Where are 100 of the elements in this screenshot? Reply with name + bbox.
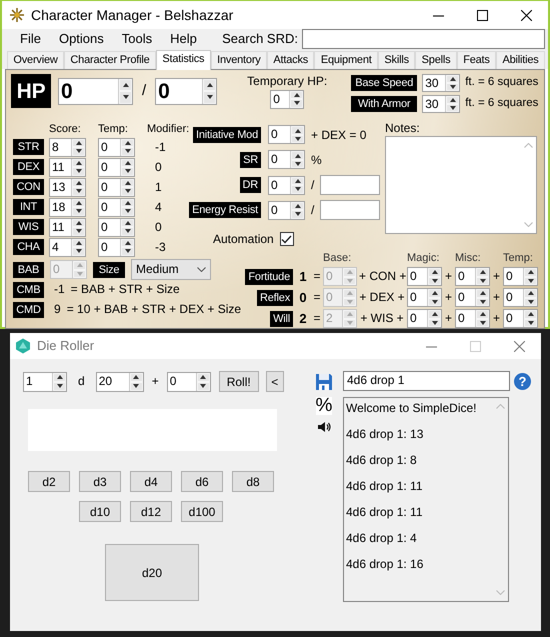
number-spinner[interactable]: 0	[407, 309, 442, 328]
checkbox[interactable]	[280, 232, 294, 246]
number-spinner[interactable]: 0	[407, 288, 442, 308]
die-button[interactable]: d100	[181, 501, 223, 522]
tab[interactable]: Abilities	[496, 51, 545, 70]
spin-arrows-icon[interactable]	[196, 372, 210, 390]
number-spinner[interactable]: 11	[49, 158, 86, 177]
spin-arrows-icon[interactable]	[523, 289, 537, 306]
spin-arrows-icon[interactable]	[120, 198, 134, 216]
spin-arrows-icon[interactable]	[523, 268, 537, 286]
spin-arrows-icon[interactable]	[118, 78, 132, 104]
number-spinner[interactable]: 20	[96, 372, 144, 392]
spin-arrows-icon[interactable]	[475, 268, 489, 286]
die-button[interactable]: d20	[105, 544, 199, 601]
number-spinner[interactable]: 0	[270, 90, 304, 109]
tab[interactable]: Spells	[415, 51, 457, 70]
number-spinner[interactable]: 0	[268, 176, 305, 195]
number-spinner[interactable]: 0	[166, 372, 211, 392]
spin-arrows-icon[interactable]	[202, 78, 216, 104]
die-button[interactable]: d10	[79, 501, 121, 522]
tab[interactable]: Overview	[7, 51, 64, 70]
number-spinner[interactable]: 0	[455, 288, 490, 308]
die-button[interactable]: d6	[181, 471, 223, 492]
tab[interactable]: Inventory	[210, 51, 267, 70]
spin-arrows-icon[interactable]	[290, 176, 304, 194]
number-spinner[interactable]: 8	[49, 138, 86, 157]
spin-arrows-icon[interactable]	[120, 238, 134, 256]
text-field[interactable]	[320, 175, 380, 196]
spin-arrows-icon[interactable]	[71, 178, 85, 196]
spin-arrows-icon[interactable]	[289, 90, 304, 108]
menu-item[interactable]: Options	[50, 31, 113, 47]
number-spinner[interactable]: 0	[98, 178, 135, 197]
number-spinner[interactable]: 0	[407, 267, 442, 286]
spin-arrows-icon[interactable]	[120, 138, 134, 156]
tab[interactable]: Skills	[378, 51, 416, 70]
spin-arrows-icon[interactable]	[475, 289, 489, 306]
number-spinner[interactable]: 0	[268, 200, 305, 220]
die-button[interactable]: d3	[79, 471, 121, 492]
spin-arrows-icon[interactable]	[120, 218, 134, 236]
number-spinner[interactable]: 0	[98, 218, 135, 237]
spin-arrows-icon[interactable]	[71, 238, 85, 256]
number-spinner[interactable]: 11	[49, 218, 86, 237]
spin-arrows-icon[interactable]	[71, 158, 85, 176]
spin-arrows-icon[interactable]	[290, 126, 304, 144]
tab[interactable]: Equipment	[314, 51, 378, 70]
percent-button[interactable]: %	[316, 397, 332, 415]
spin-arrows-icon[interactable]	[128, 372, 143, 390]
die-button[interactable]: d8	[232, 471, 274, 492]
spin-arrows-icon[interactable]	[290, 202, 304, 219]
menu-item[interactable]: File	[11, 31, 50, 47]
spin-arrows-icon[interactable]	[71, 138, 85, 156]
tab[interactable]: Attacks	[266, 51, 314, 70]
close-icon[interactable]	[520, 10, 532, 20]
number-spinner[interactable]: 30	[422, 95, 460, 114]
menu-item[interactable]: Help	[161, 31, 206, 47]
spin-arrows-icon[interactable]	[475, 310, 489, 328]
spin-arrows-icon[interactable]	[445, 96, 460, 112]
number-spinner[interactable]: 0	[268, 125, 305, 144]
search-field[interactable]	[302, 29, 545, 49]
number-spinner[interactable]: 0	[98, 238, 135, 257]
menu-item[interactable]: Tools	[112, 31, 162, 47]
number-spinner[interactable]: 0	[98, 198, 135, 217]
maximize-icon[interactable]	[476, 10, 488, 20]
number-spinner[interactable]: 0	[58, 78, 133, 105]
preset-field[interactable]: 4d6 drop 1	[343, 371, 510, 391]
save-icon[interactable]	[315, 373, 333, 391]
spin-arrows-icon[interactable]	[427, 289, 441, 306]
text-field[interactable]	[320, 200, 380, 220]
spin-arrows-icon[interactable]	[120, 158, 134, 176]
tab[interactable]: Statistics	[156, 50, 211, 70]
speaker-icon[interactable]	[317, 421, 331, 433]
number-spinner[interactable]: 0	[503, 309, 538, 328]
size-dropdown[interactable]: Medium	[131, 259, 211, 280]
spin-arrows-icon[interactable]	[445, 75, 460, 92]
number-spinner[interactable]: 0	[98, 158, 135, 177]
spin-arrows-icon[interactable]	[290, 151, 304, 168]
number-spinner[interactable]: 13	[49, 178, 86, 197]
number-spinner[interactable]: 30	[422, 74, 460, 92]
spin-arrows-icon[interactable]	[427, 310, 441, 328]
number-spinner[interactable]: 4	[49, 238, 86, 257]
help-button[interactable]: ?	[514, 372, 531, 390]
tab[interactable]: Feats	[456, 51, 496, 70]
spin-arrows-icon[interactable]	[427, 268, 441, 286]
number-spinner[interactable]: 1	[23, 372, 67, 392]
spin-arrows-icon[interactable]	[52, 372, 66, 390]
die-button[interactable]: d12	[130, 501, 172, 522]
number-spinner[interactable]: 0	[98, 138, 135, 157]
roll-button[interactable]: Roll!	[218, 371, 259, 392]
die-button[interactable]: d4	[130, 471, 172, 492]
spin-arrows-icon[interactable]	[71, 218, 85, 236]
die-button[interactable]: d2	[28, 471, 70, 492]
spin-arrows-icon[interactable]	[120, 178, 134, 196]
spin-arrows-icon[interactable]	[523, 310, 537, 328]
number-spinner[interactable]: 0	[503, 267, 538, 286]
spin-arrows-icon[interactable]	[71, 198, 85, 216]
number-spinner[interactable]: 0	[503, 288, 538, 308]
back-button[interactable]: <	[266, 371, 284, 392]
number-spinner[interactable]: 0	[455, 309, 490, 328]
number-spinner[interactable]: 0	[455, 267, 490, 286]
number-spinner[interactable]: 0	[268, 150, 305, 170]
